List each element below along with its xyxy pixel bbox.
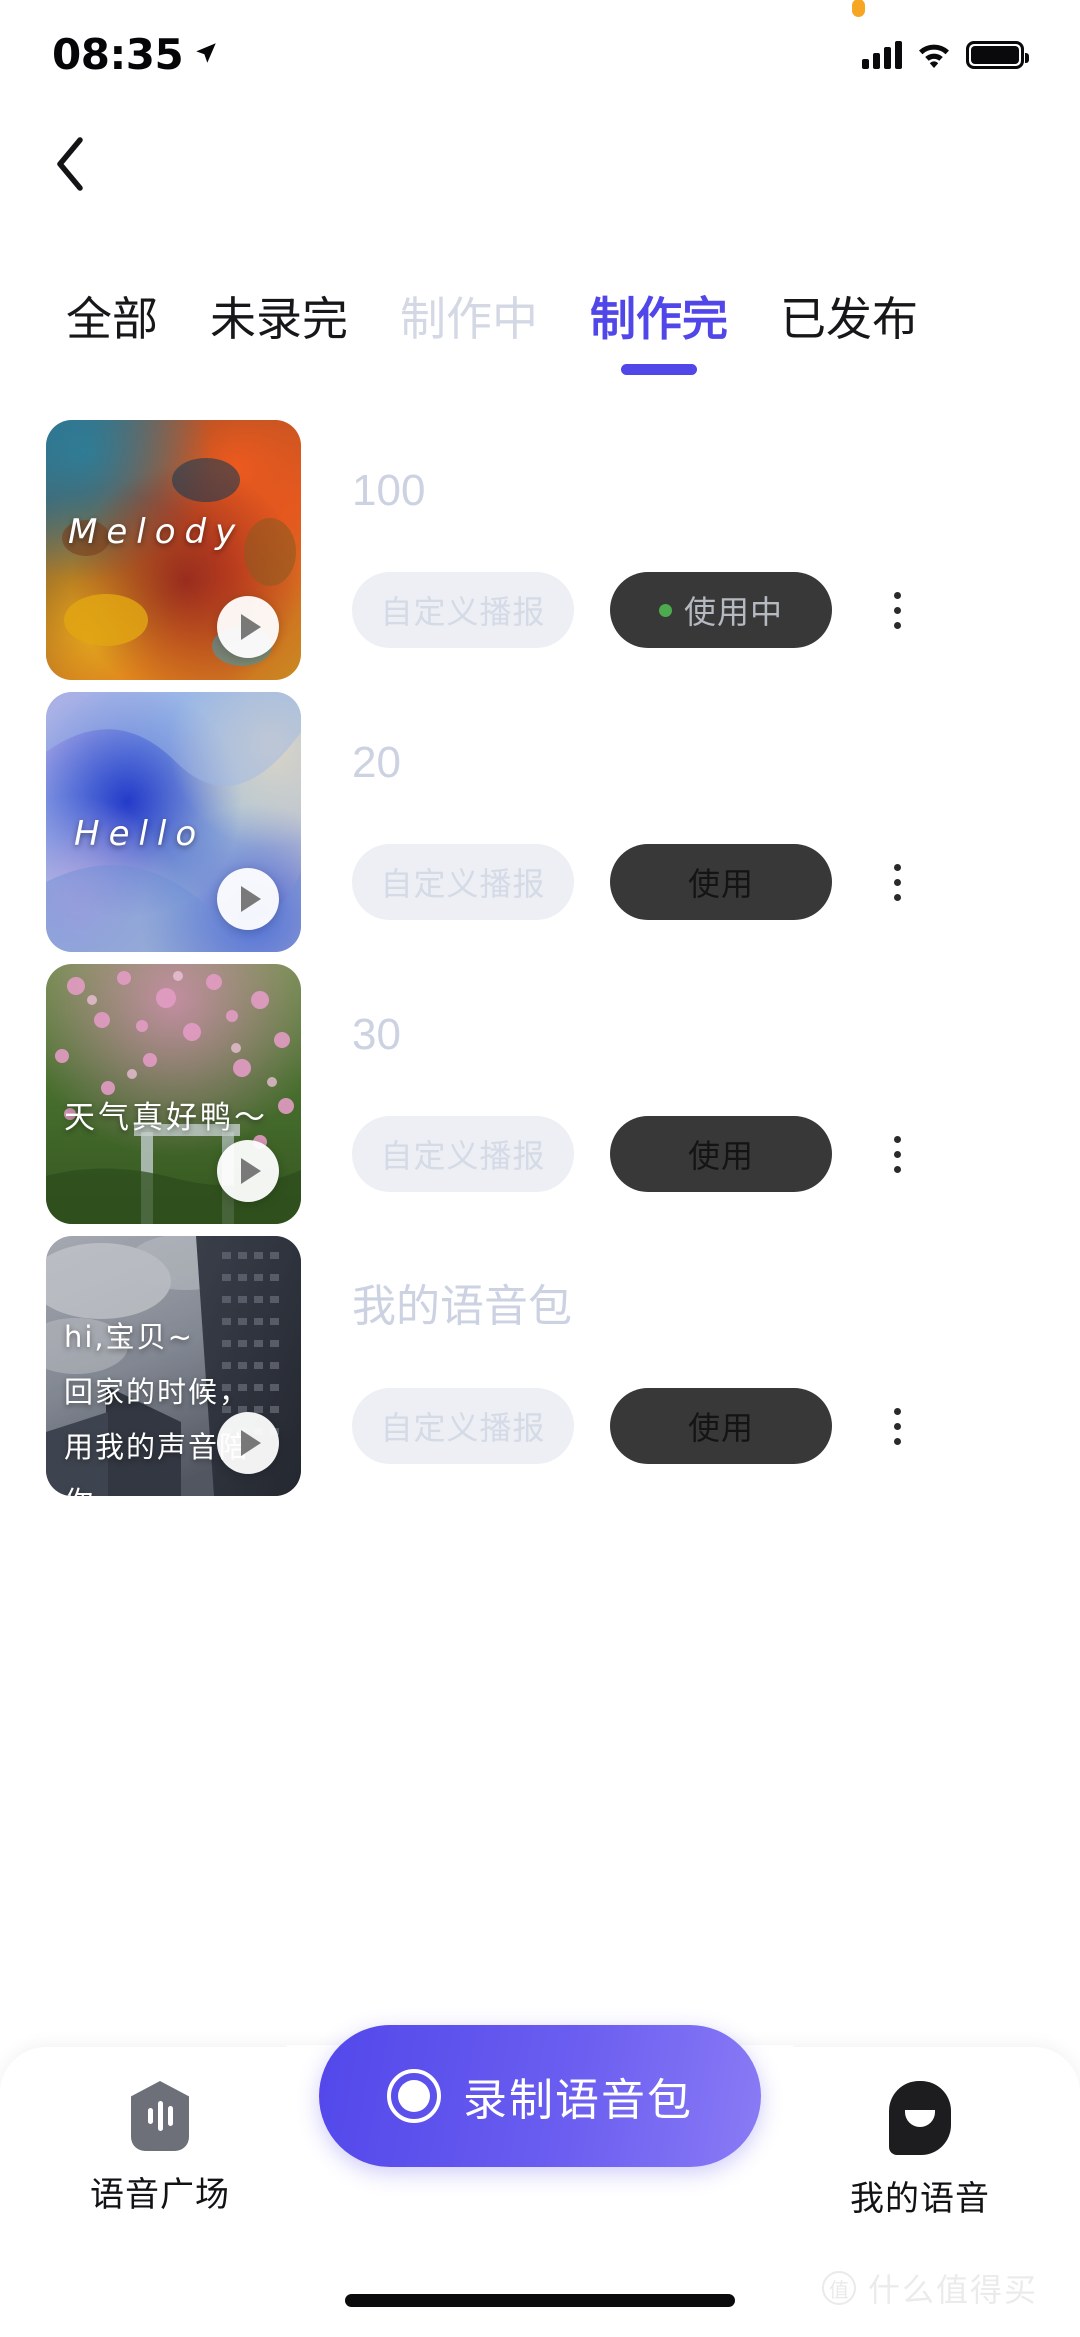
row-actions: 自定义播报 使用 [352, 844, 932, 920]
thumbnail-caption: Hello [74, 814, 206, 854]
voice-pack-thumbnail[interactable]: Hello [46, 692, 301, 952]
use-button-label: 使用 [687, 1138, 754, 1174]
voice-pack-thumbnail[interactable]: 天气真好鸭～ [46, 964, 301, 1224]
status-bar-clock: 08:35 [52, 30, 184, 79]
tab-published[interactable]: 已发布 [754, 288, 944, 375]
thumbnail-caption: Melody [68, 512, 245, 552]
voice-pack-title: 30 [352, 1010, 401, 1059]
nav-item-voice-plaza[interactable]: 语音广场 [40, 2081, 280, 2216]
more-vertical-icon[interactable] [862, 1116, 932, 1192]
list-item[interactable]: Melody 100 自定义播报 使用中 [0, 420, 1080, 680]
tab-in-production[interactable]: 制作中 [374, 288, 564, 375]
status-bar-right [852, 0, 1029, 69]
wifi-icon [919, 44, 949, 68]
watermark: 值 什么值得买 [821, 2265, 1038, 2311]
voice-pack-thumbnail[interactable]: hi,宝贝~ 回家的时候， 用我的声音陪你。 [46, 1236, 301, 1496]
tab-not-recorded[interactable]: 未录完 [184, 288, 374, 375]
play-icon[interactable] [217, 1140, 279, 1202]
tab-all[interactable]: 全部 [40, 288, 184, 375]
voice-pack-list: Melody 100 自定义播报 使用中 Hello 20 自定义播报 使用 天… [0, 420, 1080, 1508]
record-button-label: 录制语音包 [463, 2076, 693, 2125]
record-voice-pack-button[interactable]: 录制语音包 [319, 2025, 761, 2167]
voice-pack-title: 我的语音包 [352, 1282, 572, 1331]
use-button[interactable]: 使用 [610, 1388, 832, 1464]
play-icon[interactable] [217, 1412, 279, 1474]
tab-label: 未录完 [210, 293, 348, 345]
my-voice-bubble-icon [889, 2081, 951, 2155]
custom-broadcast-button[interactable]: 自定义播报 [352, 1388, 574, 1464]
use-button-label: 使用 [687, 1410, 754, 1446]
tab-production-done[interactable]: 制作完 [564, 288, 754, 375]
battery-full-icon [966, 41, 1029, 69]
voice-pack-title: 20 [352, 738, 401, 787]
tab-label: 制作中 [400, 293, 538, 345]
tab-underline [621, 364, 697, 375]
record-circle-icon [387, 2069, 441, 2123]
page-navbar [0, 110, 1080, 220]
status-bar-left: 08:35 [52, 34, 219, 76]
back-button[interactable] [30, 124, 110, 204]
thumbnail-caption-line: hi,宝贝~ [64, 1320, 194, 1354]
tab-label: 全部 [66, 293, 158, 345]
status-bar: 08:35 [0, 0, 1080, 110]
tab-label: 已发布 [780, 293, 918, 345]
more-vertical-icon[interactable] [862, 1388, 932, 1464]
watermark-text: 什么值得买 [867, 2272, 1038, 2308]
nav-item-my-voice[interactable]: 我的语音 [800, 2081, 1040, 2220]
custom-broadcast-button[interactable]: 自定义播报 [352, 1116, 574, 1192]
nav-label: 语音广场 [90, 2176, 230, 2214]
row-actions: 自定义播报 使用 [352, 1116, 932, 1192]
row-actions: 自定义播报 使用中 [352, 572, 932, 648]
nav-label: 我的语音 [850, 2180, 990, 2218]
voice-plaza-icon [131, 2081, 189, 2151]
custom-broadcast-button[interactable]: 自定义播报 [352, 844, 574, 920]
category-tabs[interactable]: 全部 未录完 制作中 制作完 已发布 [0, 288, 1080, 396]
home-indicator[interactable] [345, 2294, 735, 2307]
row-actions: 自定义播报 使用 [352, 1388, 932, 1464]
use-button-label: 使用 [687, 866, 754, 902]
play-icon[interactable] [217, 596, 279, 658]
orange-status-dot [852, 0, 865, 17]
more-vertical-icon[interactable] [862, 844, 932, 920]
more-vertical-icon[interactable] [862, 572, 932, 648]
voice-pack-title: 100 [352, 466, 426, 515]
thumbnail-caption: 天气真好鸭～ [64, 1100, 268, 1136]
tab-label: 制作完 [590, 293, 728, 345]
use-button-label: 使用中 [683, 594, 783, 630]
cellular-signal-icon [862, 41, 902, 69]
use-button[interactable]: 使用中 [610, 572, 832, 648]
list-item[interactable]: 天气真好鸭～ 30 自定义播报 使用 [0, 964, 1080, 1224]
use-button[interactable]: 使用 [610, 844, 832, 920]
custom-broadcast-button[interactable]: 自定义播报 [352, 572, 574, 648]
back-chevron-icon [57, 137, 83, 191]
play-icon[interactable] [217, 868, 279, 930]
bottom-navigation-bar: 语音广场 录制语音包 我的语音 值 什么值得买 [0, 2025, 1080, 2337]
use-button[interactable]: 使用 [610, 1116, 832, 1192]
list-item[interactable]: Hello 20 自定义播报 使用 [0, 692, 1080, 952]
list-item[interactable]: hi,宝贝~ 回家的时候， 用我的声音陪你。 我的语音包 自定义播报 使用 [0, 1236, 1080, 1496]
watermark-logo: 值 [821, 2271, 856, 2305]
location-arrow-icon [196, 43, 216, 63]
in-use-indicator-dot [658, 603, 672, 617]
voice-pack-thumbnail[interactable]: Melody [46, 420, 301, 680]
